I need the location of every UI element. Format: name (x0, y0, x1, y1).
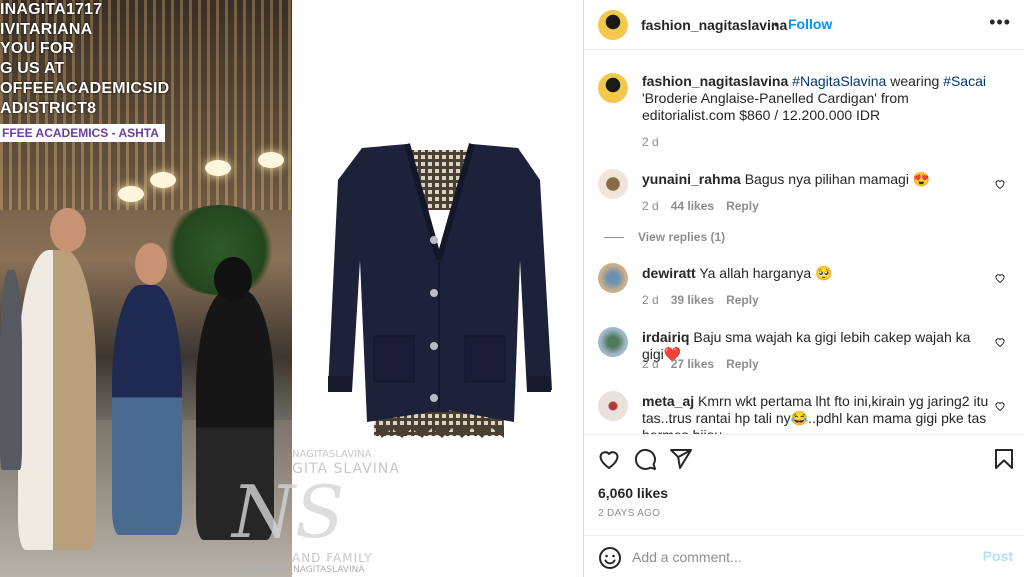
post-media[interactable]: INAGITA1717 IVITARIANA YOU FOR G US AT O… (0, 0, 583, 577)
comment-time: 2 d (642, 293, 659, 307)
comment-item: dewiratt Ya allah harganya 🥺 2 d 39 likes… (598, 263, 1018, 313)
caption: fashion_nagitaslavina #NagitaSlavina wea… (598, 73, 1018, 153)
watermark-logo: NS (232, 470, 345, 554)
follow-button[interactable]: Follow (788, 16, 832, 32)
reply-button[interactable]: Reply (726, 293, 759, 307)
comment-time: 2 d (642, 199, 659, 213)
caption-username[interactable]: fashion_nagitaslavina (642, 73, 788, 89)
comment-text: meta_aj Kmrn wkt pertama lht fto ini,kir… (642, 393, 990, 434)
comment-icon[interactable] (633, 447, 657, 471)
comment-meta: 2 d 44 likes Reply (642, 199, 759, 213)
comment-composer: Post (584, 535, 1024, 577)
like-heart-icon[interactable] (994, 272, 1006, 284)
location-tag: FFEE ACADEMICS - ASHTA (0, 124, 165, 142)
avatar[interactable] (598, 169, 628, 199)
comment-text: dewiratt Ya allah harganya 🥺 (642, 265, 990, 282)
pendant-lamp (258, 152, 284, 168)
post-button[interactable]: Post (983, 548, 1013, 564)
likes-count[interactable]: 6,060 likes (598, 485, 668, 501)
reply-button[interactable]: Reply (726, 199, 759, 213)
comment-meta: 2 d 39 likes Reply (642, 293, 759, 307)
story-text-line: IVITARIANA (0, 21, 93, 38)
comment-likes[interactable]: 39 likes (671, 293, 714, 307)
like-heart-icon[interactable] (994, 400, 1006, 412)
person-head (214, 257, 252, 301)
story-text-line: G US AT (0, 60, 65, 77)
comment-item: yunaini_rahma Bagus nya pilihan mamagi 😍… (598, 169, 1018, 249)
avatar[interactable] (598, 391, 628, 421)
comment-body: Ya allah harganya 🥺 (699, 265, 833, 281)
person-man (18, 250, 96, 550)
header-username[interactable]: fashion_nagitaslavina (641, 17, 787, 33)
person-head (50, 208, 86, 252)
watermark-family: AND FAMILY (292, 551, 373, 565)
story-text-line: OFFEEACADEMICSID (0, 80, 170, 97)
comment-item: meta_aj Kmrn wkt pertama lht fto ini,kir… (598, 391, 1018, 434)
comment-body: Kmrn wkt pertama lht fto ini,kirain yg j… (642, 393, 989, 434)
heart-icon[interactable] (597, 447, 621, 471)
hashtag-link[interactable]: #Sacai (943, 73, 986, 89)
comments-list[interactable]: fashion_nagitaslavina #NagitaSlavina wea… (584, 51, 1024, 434)
hashtag-link[interactable]: #NagitaSlavina (792, 73, 886, 89)
story-text-line: ADISTRICT8 (0, 100, 97, 117)
comment-meta: 2 d 27 likes Reply (642, 357, 759, 371)
avatar[interactable] (598, 327, 628, 357)
share-icon[interactable] (669, 447, 693, 471)
person-head (135, 243, 167, 285)
watermark-handle: NAGITASLAVINA (292, 449, 372, 460)
header-separator: • (774, 16, 779, 32)
comment-input[interactable] (632, 547, 962, 567)
emoji-icon[interactable] (598, 546, 622, 570)
view-replies-button[interactable]: View replies (1) (604, 230, 725, 244)
comment-likes[interactable]: 27 likes (671, 357, 714, 371)
watermark-handle-bottom: @FASHION_NAGITASLAVINA (240, 565, 365, 575)
avatar[interactable] (598, 10, 628, 40)
avatar[interactable] (598, 263, 628, 293)
post-side-panel: fashion_nagitaslavina • Follow ••• fashi… (583, 0, 1024, 577)
comment-username[interactable]: yunaini_rahma (642, 171, 741, 187)
reply-button[interactable]: Reply (726, 357, 759, 371)
post-actions: 6,060 likes 2 DAYS AGO Post (584, 434, 1024, 577)
view-replies-label: View replies (1) (638, 230, 726, 244)
avatar[interactable] (598, 73, 628, 103)
post-time[interactable]: 2 DAYS AGO (598, 508, 660, 519)
comment-item: irdairiq Baju sma wajah ka gigi lebih ca… (598, 327, 1018, 377)
story-text-line: INAGITA1717 (0, 1, 103, 18)
story-text-line: YOU FOR (0, 40, 75, 57)
comment-body: Bagus nya pilihan mamagi 😍 (744, 171, 931, 187)
comment-time: 2 d (642, 357, 659, 371)
post-header: fashion_nagitaslavina • Follow ••• (584, 0, 1024, 50)
comment-likes[interactable]: 44 likes (671, 199, 714, 213)
caption-text-segment: 'Broderie Anglaise-Panelled Cardigan' fr… (642, 90, 909, 123)
caption-text-segment: wearing (886, 73, 944, 89)
bookmark-icon[interactable] (992, 447, 1016, 471)
pendant-lamp (118, 186, 144, 202)
comment-username[interactable]: dewiratt (642, 265, 696, 281)
person-edge (0, 270, 22, 470)
comment-text: yunaini_rahma Bagus nya pilihan mamagi 😍 (642, 171, 990, 188)
cardigan-image (328, 143, 552, 438)
like-heart-icon[interactable] (994, 336, 1006, 348)
product-image: NAGITASLAVINA GITA SLAVINA NS AND FAMILY… (232, 0, 583, 577)
pendant-lamp (150, 172, 176, 188)
person-woman (112, 285, 182, 535)
comment-username[interactable]: meta_aj (642, 393, 694, 409)
comment-username[interactable]: irdairiq (642, 329, 689, 345)
caption-text: fashion_nagitaslavina #NagitaSlavina wea… (642, 73, 990, 124)
pendant-lamp (205, 160, 231, 176)
more-horizontal-icon[interactable]: ••• (989, 12, 1011, 33)
like-heart-icon[interactable] (994, 178, 1006, 190)
caption-time: 2 d (642, 135, 659, 149)
